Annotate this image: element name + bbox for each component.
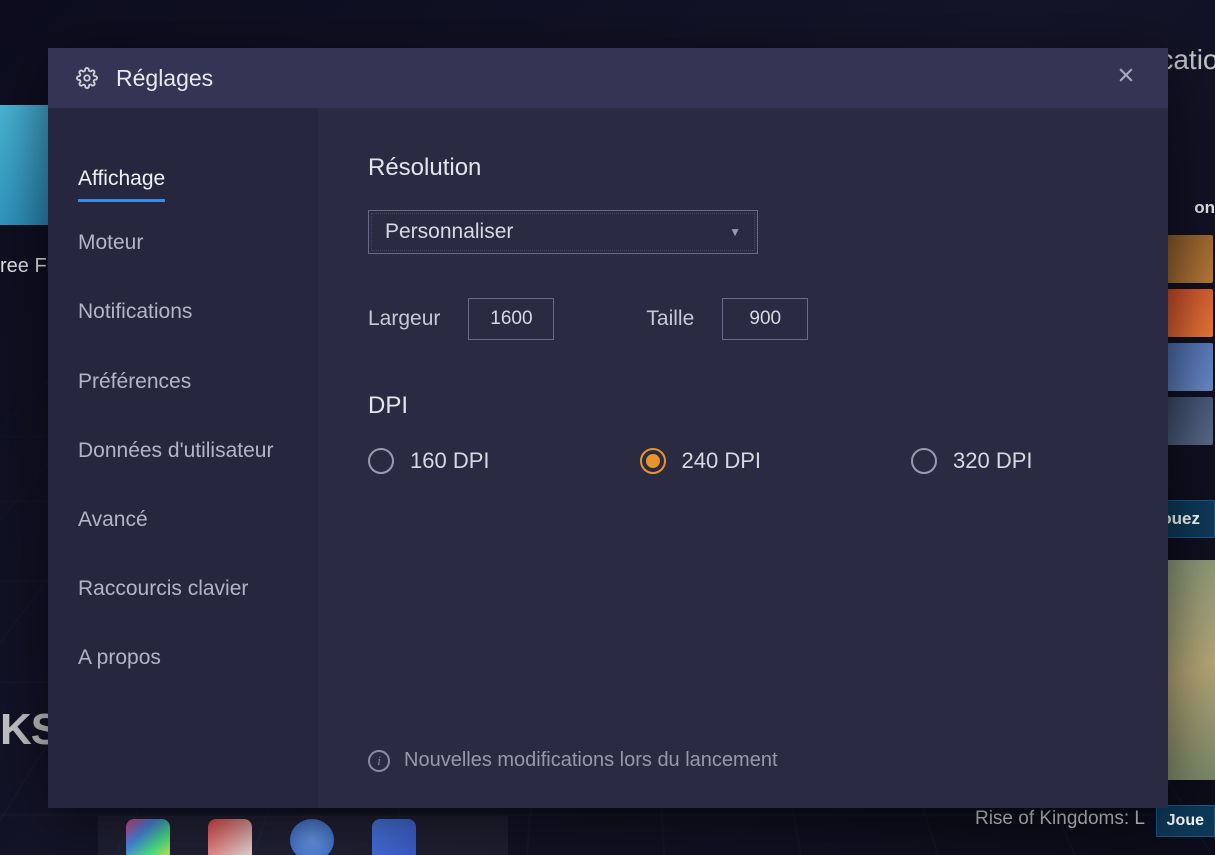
dpi-option-320[interactable]: 320 DPI xyxy=(911,448,1033,474)
info-text: Nouvelles modifications lors du lancemen… xyxy=(404,749,778,772)
radio-icon xyxy=(911,448,937,474)
modal-body: Affichage Moteur Notifications Préférenc… xyxy=(48,108,1168,808)
gear-icon xyxy=(76,67,98,89)
dock-icon[interactable] xyxy=(208,819,252,855)
sidebar-item-affichage[interactable]: Affichage xyxy=(78,150,165,202)
bg-thumb xyxy=(1167,235,1213,283)
bg-dock xyxy=(98,816,508,855)
resolution-title: Résolution xyxy=(368,154,1118,182)
bg-thumbnail-column xyxy=(1167,160,1215,451)
resolution-select-value: Personnaliser xyxy=(385,220,513,244)
dimensions-row: Largeur Taille xyxy=(368,298,1118,340)
modal-header: Réglages xyxy=(48,48,1168,108)
dpi-option-label: 160 DPI xyxy=(410,448,490,474)
dock-icon[interactable] xyxy=(126,819,170,855)
sidebar-item-avance[interactable]: Avancé xyxy=(78,491,148,548)
bg-game-label: ree Fi xyxy=(0,255,51,278)
radio-icon-checked xyxy=(640,448,666,474)
sidebar-item-apropos[interactable]: A propos xyxy=(78,629,161,686)
dpi-option-label: 320 DPI xyxy=(953,448,1033,474)
info-icon: i xyxy=(368,750,390,772)
height-input[interactable] xyxy=(722,298,808,340)
dpi-option-160[interactable]: 160 DPI xyxy=(368,448,490,474)
sidebar-item-moteur[interactable]: Moteur xyxy=(78,214,143,271)
bg-thumb xyxy=(1167,343,1213,391)
bg-game-card xyxy=(1167,560,1215,780)
close-button[interactable] xyxy=(1112,64,1140,92)
settings-sidebar: Affichage Moteur Notifications Préférenc… xyxy=(48,108,318,808)
width-label: Largeur xyxy=(368,307,440,331)
dpi-options-row: 160 DPI 240 DPI 320 DPI xyxy=(368,448,1118,474)
bg-thumb xyxy=(1167,397,1213,445)
settings-modal: Réglages Affichage Moteur Notifications … xyxy=(48,48,1168,808)
bg-thumb xyxy=(1167,289,1213,337)
resolution-select[interactable]: Personnaliser ▼ xyxy=(368,210,758,254)
modal-title-group: Réglages xyxy=(76,65,213,92)
dock-icon[interactable] xyxy=(372,819,416,855)
sidebar-item-donnees[interactable]: Données d'utilisateur xyxy=(78,422,273,479)
dock-icon[interactable] xyxy=(290,819,334,855)
info-row: i Nouvelles modifications lors du lancem… xyxy=(368,749,778,772)
radio-icon xyxy=(368,448,394,474)
sidebar-item-raccourcis[interactable]: Raccourcis clavier xyxy=(78,560,248,617)
bg-play-button-2[interactable]: Joue xyxy=(1156,805,1215,837)
chevron-down-icon: ▼ xyxy=(729,225,741,239)
sidebar-item-preferences[interactable]: Préférences xyxy=(78,353,191,410)
width-input[interactable] xyxy=(468,298,554,340)
settings-content: Résolution Personnaliser ▼ Largeur Taill… xyxy=(318,108,1168,808)
bg-feature-tile xyxy=(0,105,48,225)
dpi-option-label: 240 DPI xyxy=(682,448,762,474)
close-icon xyxy=(1116,65,1136,91)
dpi-option-240[interactable]: 240 DPI xyxy=(640,448,762,474)
modal-title: Réglages xyxy=(116,65,213,92)
sidebar-item-notifications[interactable]: Notifications xyxy=(78,283,192,340)
dpi-title: DPI xyxy=(368,392,1118,420)
height-label: Taille xyxy=(646,307,694,331)
bg-game-card-title: Rise of Kingdoms: L xyxy=(975,808,1145,830)
